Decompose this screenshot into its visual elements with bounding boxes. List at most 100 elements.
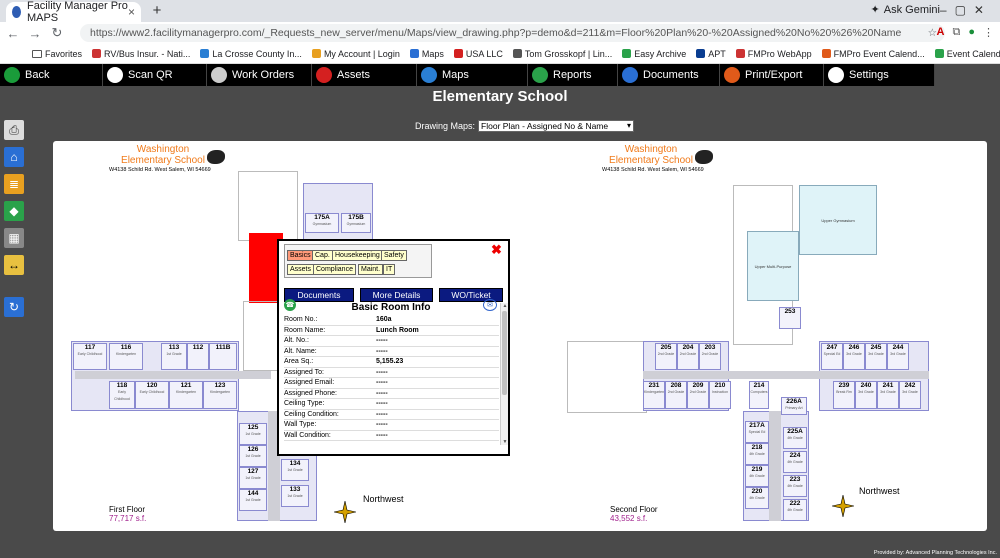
- tab-safety[interactable]: Safety: [381, 250, 407, 261]
- bookmark-item[interactable]: FMPro WebApp: [735, 49, 812, 59]
- room-box[interactable]: 111B: [209, 343, 237, 370]
- profile-icon[interactable]: ●: [968, 26, 975, 39]
- room-box[interactable]: 205 2nd Grade: [655, 343, 677, 370]
- room-box[interactable]: 223 4th Grade: [783, 475, 807, 497]
- room-box[interactable]: 225A 4th Grade: [783, 427, 807, 449]
- documents-button[interactable]: Documents: [284, 288, 354, 302]
- drawing-maps-select[interactable]: Floor Plan - Assigned No & Name ▾: [478, 120, 635, 132]
- nav-assets[interactable]: Assets: [312, 64, 417, 86]
- room-box[interactable]: 217A Special Ed: [745, 421, 769, 443]
- room-box[interactable]: 222 4th Grade: [783, 499, 807, 521]
- acrobat-icon[interactable]: A: [937, 26, 945, 39]
- nav-scan-qr[interactable]: Scan QR: [103, 64, 207, 86]
- room-box[interactable]: 210 Instruction: [709, 381, 731, 409]
- room-box[interactable]: 112: [187, 343, 209, 370]
- floor-plan-canvas[interactable]: Washington Elementary School W4138 Schil…: [53, 141, 987, 531]
- upper-gymnasium[interactable]: Upper Gymnasium: [799, 185, 877, 255]
- tab-basics[interactable]: Basics: [287, 250, 314, 261]
- browser-forward-icon[interactable]: →: [26, 26, 44, 41]
- calculator-icon[interactable]: ▦: [4, 228, 24, 248]
- room-box[interactable]: 239 Break Rm: [833, 381, 855, 409]
- room-box[interactable]: 144 1st Grade: [239, 489, 267, 511]
- room-box[interactable]: 214 Computers: [749, 381, 769, 409]
- new-tab-button[interactable]: +: [148, 3, 166, 19]
- bookmark-item[interactable]: Favorites: [32, 49, 82, 59]
- room-box[interactable]: 204 2nd Grade: [677, 343, 699, 370]
- tab-close-icon[interactable]: ×: [128, 5, 135, 19]
- bookmark-item[interactable]: USA LLC: [453, 49, 503, 59]
- room-box[interactable]: 127 1st Grade: [239, 467, 267, 489]
- room-box[interactable]: 116 Kindergarten: [109, 343, 143, 370]
- room-box[interactable]: 134 1st Grade: [281, 459, 309, 481]
- bookmark-item[interactable]: My Account | Login: [311, 49, 400, 59]
- tab-maint[interactable]: Maint.: [358, 264, 384, 275]
- refresh-icon[interactable]: ↻: [4, 297, 24, 317]
- room-box[interactable]: 209 2nd Grade: [687, 381, 709, 409]
- room-box[interactable]: 240 3rd Grade: [855, 381, 877, 409]
- bookmark-item[interactable]: Easy Archive: [622, 49, 686, 59]
- room-box[interactable]: 123 Kindergarten: [203, 381, 237, 409]
- nav-settings[interactable]: Settings: [824, 64, 935, 86]
- more-details-button[interactable]: More Details: [360, 288, 433, 302]
- tab-it[interactable]: IT: [383, 264, 396, 275]
- room-box[interactable]: 247 Special Ed: [821, 343, 843, 370]
- tab-compliance[interactable]: Compliance: [313, 264, 356, 275]
- nav-reports[interactable]: Reports: [528, 64, 618, 86]
- room-175a[interactable]: 175A Gymnasium: [305, 213, 339, 233]
- print-icon[interactable]: ⎙: [4, 120, 24, 140]
- nav-documents[interactable]: Documents: [618, 64, 720, 86]
- tab-cap[interactable]: Cap.: [312, 250, 333, 261]
- window-controls[interactable]: –▢✕: [940, 3, 992, 17]
- room-box[interactable]: 245 3rd Grade: [865, 343, 887, 370]
- room-box[interactable]: 113 1st Grade: [161, 343, 187, 370]
- room-box[interactable]: 120 Early Childhood: [135, 381, 169, 409]
- room-box[interactable]: 121 Kindergarten: [169, 381, 203, 409]
- bookmark-item[interactable]: RV/Bus Insur. - Nati...: [92, 49, 190, 59]
- close-icon[interactable]: ✖: [491, 242, 502, 258]
- room-box[interactable]: 133 1st Grade: [281, 485, 309, 507]
- room-box[interactable]: 220 4th Grade: [745, 487, 769, 509]
- tab-housekeeping[interactable]: Housekeeping: [332, 250, 383, 261]
- popup-scrollbar[interactable]: ▲ ▼: [500, 303, 508, 445]
- bookmark-item[interactable]: La Crosse County In...: [200, 49, 302, 59]
- room-box[interactable]: 203 2nd Grade: [699, 343, 721, 370]
- objects-icon[interactable]: ◆: [4, 201, 24, 221]
- room-box[interactable]: 246 3rd Grade: [843, 343, 865, 370]
- nav-maps[interactable]: Maps: [417, 64, 528, 86]
- home-icon[interactable]: ⌂: [4, 147, 24, 167]
- room-box[interactable]: 224 4th Grade: [783, 451, 807, 473]
- bookmark-item[interactable]: APT: [696, 49, 726, 59]
- browser-back-icon[interactable]: ←: [4, 26, 22, 41]
- room-box[interactable]: 226A Primary Art: [781, 397, 807, 415]
- upper-multi-purpose[interactable]: Upper Multi-Purpose: [747, 231, 799, 301]
- nav-work-orders[interactable]: Work Orders: [207, 64, 312, 86]
- room-253[interactable]: 253: [779, 307, 801, 329]
- layers-icon[interactable]: ≣: [4, 174, 24, 194]
- tab-assets[interactable]: Assets: [287, 264, 315, 275]
- room-box[interactable]: 218 4th Grade: [745, 443, 769, 465]
- room-box[interactable]: 244 3rd Grade: [887, 343, 909, 370]
- nav-print-export[interactable]: Print/Export: [720, 64, 824, 86]
- bookmark-item[interactable]: FMPro Event Calend...: [821, 49, 925, 59]
- ask-gemini-button[interactable]: ✦ Ask Gemini: [871, 3, 940, 17]
- browser-tab[interactable]: Facility Manager Pro MAPS ×: [6, 0, 141, 24]
- room-box[interactable]: 241 3rd Grade: [877, 381, 899, 409]
- room-175b[interactable]: 175B Gymnasium: [341, 213, 371, 233]
- room-box[interactable]: 118 Early Childhood: [109, 381, 135, 409]
- bookmark-item[interactable]: Event Calendar: [934, 49, 1000, 59]
- measure-icon[interactable]: ↔: [4, 255, 24, 275]
- nav-back[interactable]: Back: [0, 64, 103, 86]
- room-box[interactable]: 125 1st Grade: [239, 423, 267, 445]
- room-box[interactable]: 117 Early Childhood: [73, 343, 107, 370]
- room-box[interactable]: 231 Kindergarten: [643, 381, 665, 409]
- menu-icon[interactable]: ⋮: [983, 26, 994, 39]
- room-box[interactable]: 242 3rd Grade: [899, 381, 921, 409]
- browser-reload-icon[interactable]: ↻: [48, 25, 66, 41]
- room-box[interactable]: 126 1st Grade: [239, 445, 267, 467]
- address-bar[interactable]: https://www2.facilitymanagerpro.com/_Req…: [80, 24, 945, 42]
- room-box[interactable]: 208 2nd Grade: [665, 381, 687, 409]
- room-box[interactable]: 219 4th Grade: [745, 465, 769, 487]
- bookmark-item[interactable]: Tom Grosskopf | Lin...: [512, 49, 612, 59]
- bookmark-item[interactable]: Maps: [409, 49, 444, 59]
- extensions-icon[interactable]: ⧉: [952, 26, 960, 39]
